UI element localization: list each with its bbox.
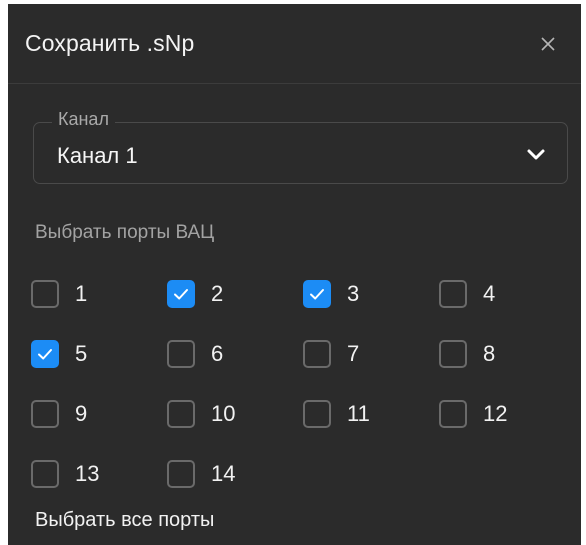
port-checkbox-item[interactable]: 9	[31, 394, 87, 434]
port-label: 11	[347, 401, 370, 426]
chevron-down-icon	[527, 149, 545, 160]
port-label: 4	[483, 281, 496, 306]
dialog-header: Сохранить .sNp	[8, 4, 581, 84]
channel-value: Канал 1	[57, 143, 138, 168]
save-snp-dialog: Сохранить .sNp Канал Канал 1 Выбрать пор…	[8, 4, 581, 545]
port-checkbox[interactable]	[167, 460, 195, 488]
port-label: 13	[75, 461, 100, 486]
port-checkbox-item[interactable]: 12	[439, 394, 507, 434]
port-checkbox[interactable]	[439, 340, 467, 368]
port-checkbox-item[interactable]: 13	[31, 454, 99, 494]
port-label: 9	[75, 401, 88, 426]
port-checkbox[interactable]	[31, 400, 59, 428]
port-label: 14	[211, 461, 236, 486]
port-checkbox[interactable]	[303, 340, 331, 368]
port-label: 2	[211, 281, 224, 306]
ports-section-label: Выбрать порты ВАЦ	[35, 222, 215, 243]
port-label: 10	[211, 401, 236, 426]
close-icon[interactable]	[535, 31, 561, 57]
port-label: 6	[211, 341, 224, 366]
check-icon	[310, 289, 324, 300]
port-checkbox-item[interactable]: 3	[303, 274, 359, 314]
port-checkbox-item[interactable]: 14	[167, 454, 235, 494]
port-checkbox-item[interactable]: 5	[31, 334, 87, 374]
port-checkbox-item[interactable]: 10	[167, 394, 235, 434]
port-checkbox-item[interactable]: 2	[167, 274, 223, 314]
port-checkbox[interactable]	[167, 280, 195, 308]
check-icon	[38, 349, 52, 360]
port-checkbox[interactable]	[439, 400, 467, 428]
port-label: 7	[347, 341, 360, 366]
select-all-ports-button[interactable]: Выбрать все порты	[35, 509, 214, 532]
port-checkbox-item[interactable]: 7	[303, 334, 359, 374]
port-checkbox[interactable]	[439, 280, 467, 308]
port-checkbox[interactable]	[167, 400, 195, 428]
port-checkbox[interactable]	[31, 340, 59, 368]
port-label: 12	[483, 401, 508, 426]
port-checkbox-item[interactable]: 11	[303, 394, 370, 434]
port-checkbox[interactable]	[31, 280, 59, 308]
port-checkbox[interactable]	[31, 460, 59, 488]
port-checkbox-item[interactable]: 6	[167, 334, 223, 374]
port-checkbox[interactable]	[303, 280, 331, 308]
port-checkbox-item[interactable]: 1	[31, 274, 87, 314]
port-label: 5	[75, 341, 88, 366]
channel-select[interactable]: Канал Канал 1	[33, 109, 568, 184]
port-label: 1	[75, 281, 88, 306]
check-icon	[174, 289, 188, 300]
port-checkbox-item[interactable]: 4	[439, 274, 495, 314]
channel-label: Канал	[52, 109, 115, 130]
port-label: 8	[483, 341, 496, 366]
port-label: 3	[347, 281, 360, 306]
port-checkbox[interactable]	[303, 400, 331, 428]
port-checkbox-item[interactable]: 8	[439, 334, 495, 374]
port-checkbox[interactable]	[167, 340, 195, 368]
dialog-title: Сохранить .sNp	[25, 30, 195, 56]
